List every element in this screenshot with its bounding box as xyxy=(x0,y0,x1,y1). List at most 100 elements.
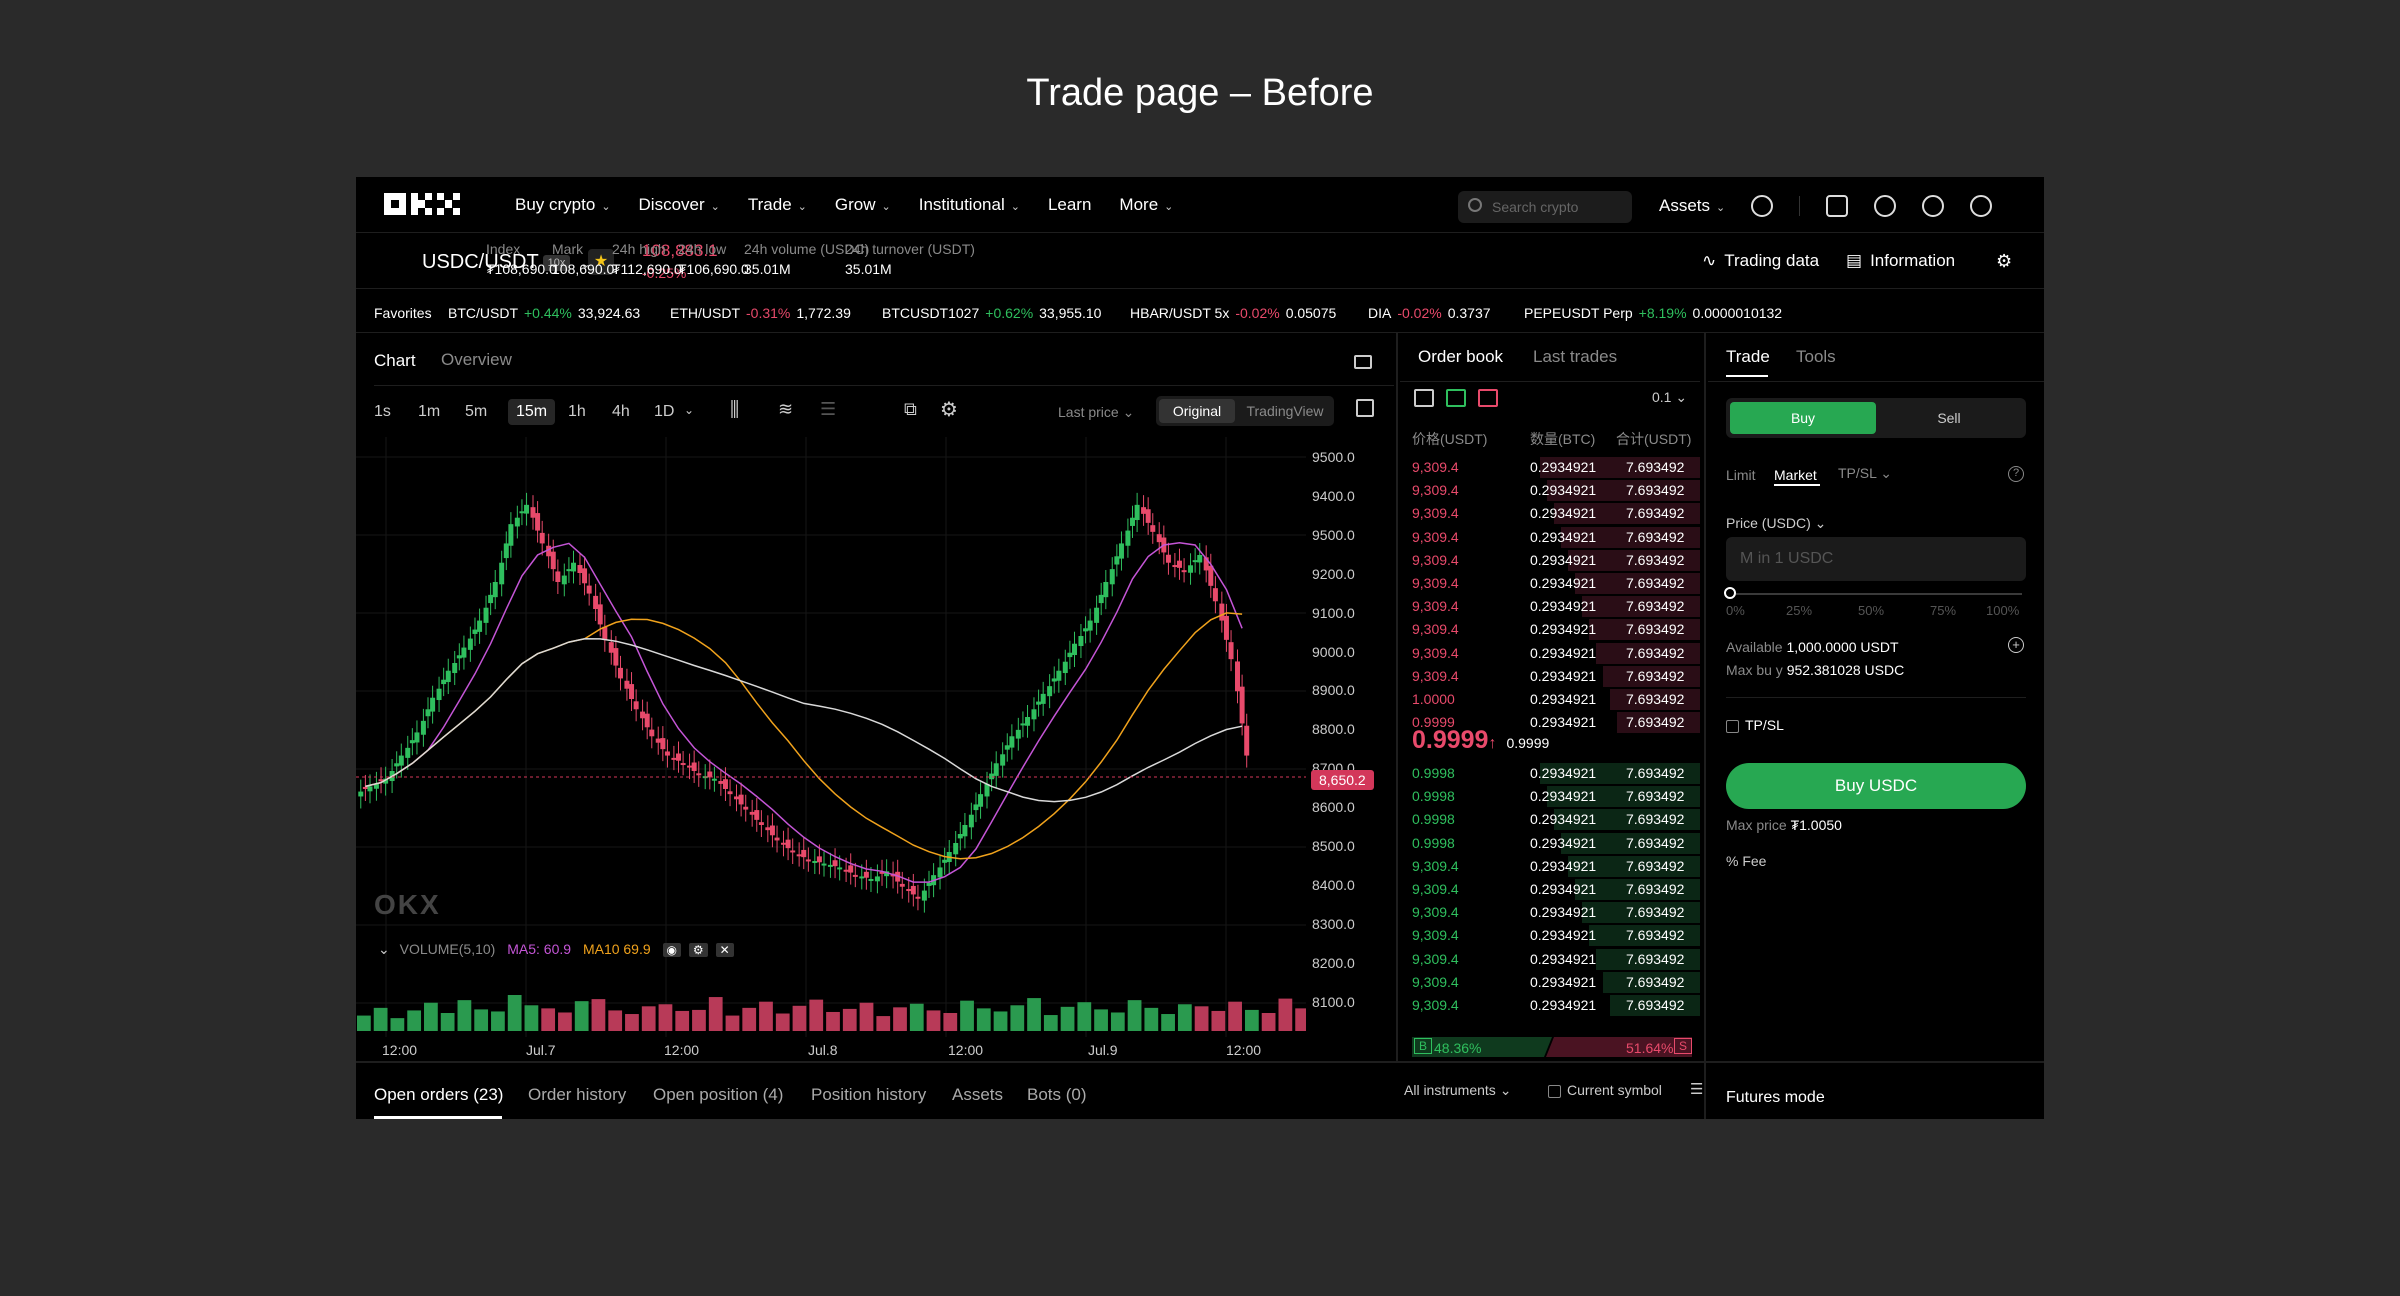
nav-item-grow[interactable]: Grow ⌄ xyxy=(835,195,891,215)
add-icon[interactable]: + xyxy=(2008,637,2024,653)
download-icon[interactable] xyxy=(1826,195,1849,217)
book-price[interactable]: 9,309.4 xyxy=(1412,668,1459,684)
chevron-down-icon[interactable]: ⌄ xyxy=(378,941,390,957)
chart-settings-icon[interactable]: ⚙ xyxy=(940,397,958,422)
nav-item-discover[interactable]: Discover ⌄ xyxy=(639,195,720,215)
tab-last-trades[interactable]: Last trades xyxy=(1533,347,1617,367)
tab-chart[interactable]: Chart xyxy=(374,351,416,371)
all-instruments-select[interactable]: All instruments ⌄ xyxy=(1404,1082,1511,1099)
drawing-icon[interactable]: ☰ xyxy=(820,399,836,420)
book-price[interactable]: 9,309.4 xyxy=(1412,904,1459,920)
layout-icon[interactable] xyxy=(1354,355,1372,369)
book-price[interactable]: 9,309.4 xyxy=(1412,552,1459,568)
nav-item-buy-crypto[interactable]: Buy crypto ⌄ xyxy=(515,195,611,215)
slider-mark[interactable]: 0% xyxy=(1726,603,1745,618)
search-input[interactable]: Search crypto xyxy=(1458,191,1632,223)
amount-slider[interactable] xyxy=(1730,593,2022,595)
order-type-market[interactable]: Market xyxy=(1774,467,1817,483)
book-price[interactable]: 9,309.4 xyxy=(1412,974,1459,990)
chevron-down-icon[interactable]: ⌄ xyxy=(684,403,694,417)
settings-icon[interactable]: ⚙ xyxy=(688,943,708,957)
favorite-item[interactable]: PEPEUSDT Perp +8.19% 0.0000010132 xyxy=(1524,305,1782,321)
close-icon[interactable]: ✕ xyxy=(715,943,734,957)
book-asks-icon[interactable] xyxy=(1478,389,1498,407)
buy-usdc-button[interactable]: Buy USDC xyxy=(1726,763,2026,809)
book-price[interactable]: 9,309.4 xyxy=(1412,505,1459,521)
book-price[interactable]: 9,309.4 xyxy=(1412,997,1459,1013)
tab-tools[interactable]: Tools xyxy=(1796,347,1836,367)
tab-order-book[interactable]: Order book xyxy=(1418,347,1503,367)
bottom-tab[interactable]: Open position (4) xyxy=(653,1085,783,1105)
bottom-tab[interactable]: Position history xyxy=(811,1085,926,1105)
indicators-icon[interactable]: ≋ xyxy=(778,399,793,420)
menu-icon[interactable]: ☰ xyxy=(1690,1080,1703,1098)
precision-select[interactable]: 0.1 ⌄ xyxy=(1652,389,1687,406)
assets-menu[interactable]: Assets ⌄ xyxy=(1659,196,1725,216)
favorite-item[interactable]: BTCUSDT1027 +0.62% 33,955.10 xyxy=(882,305,1101,321)
order-type-limit[interactable]: Limit xyxy=(1726,467,1756,483)
timeframe-1m[interactable]: 1m xyxy=(418,403,440,421)
timeframe-1s[interactable]: 1s xyxy=(374,403,391,421)
settings-gear-icon[interactable]: ⚙ xyxy=(1996,251,2012,272)
amount-input[interactable]: M in 1 USDC xyxy=(1726,537,2026,581)
book-price[interactable]: 9,309.4 xyxy=(1412,951,1459,967)
book-price[interactable]: 0.9998 xyxy=(1412,765,1455,781)
view-original[interactable]: Original xyxy=(1159,399,1235,423)
bottom-tab[interactable]: Bots (0) xyxy=(1027,1085,1087,1105)
fee-link[interactable]: % Fee xyxy=(1726,853,1766,869)
help-icon[interactable]: ? xyxy=(2008,466,2024,482)
book-price[interactable]: 9,309.4 xyxy=(1412,858,1459,874)
book-price[interactable]: 0.9998 xyxy=(1412,811,1455,827)
book-price[interactable]: 9,309.4 xyxy=(1412,645,1459,661)
expand-icon[interactable] xyxy=(1356,399,1374,417)
book-price[interactable]: 9,309.4 xyxy=(1412,575,1459,591)
screenshot-icon[interactable]: ⧉ xyxy=(904,399,917,420)
view-tradingview[interactable]: TradingView xyxy=(1240,399,1330,423)
tab-overview[interactable]: Overview xyxy=(441,350,512,370)
favorite-item[interactable]: DIA -0.02% 0.3737 xyxy=(1368,305,1491,321)
timeframe-1h[interactable]: 1h xyxy=(568,403,586,421)
tpsl-checkbox[interactable]: TP/SL xyxy=(1726,717,1784,733)
book-both-icon[interactable] xyxy=(1414,389,1434,407)
sell-toggle[interactable]: Sell xyxy=(1876,402,2022,434)
futures-mode[interactable]: Futures mode xyxy=(1726,1089,1825,1107)
slider-knob[interactable] xyxy=(1724,587,1736,599)
help-icon[interactable] xyxy=(1922,195,1945,217)
price-source-select[interactable]: Last price ⌄ xyxy=(1058,404,1134,421)
eye-icon[interactable]: ◉ xyxy=(662,943,682,957)
candlestick-chart[interactable] xyxy=(356,437,1306,1059)
slider-mark[interactable]: 100% xyxy=(1986,603,2019,618)
slider-mark[interactable]: 50% xyxy=(1858,603,1884,618)
okx-logo[interactable] xyxy=(384,193,460,215)
book-price[interactable]: 9,309.4 xyxy=(1412,881,1459,897)
book-price[interactable]: 1.0000 xyxy=(1412,691,1455,707)
timeframe-1D[interactable]: 1D xyxy=(654,403,674,421)
timeframe-15m[interactable]: 15m xyxy=(508,399,556,425)
book-price[interactable]: 9,309.4 xyxy=(1412,598,1459,614)
favorite-item[interactable]: BTC/USDT +0.44% 33,924.63 xyxy=(448,305,640,321)
book-price[interactable]: 9,309.4 xyxy=(1412,529,1459,545)
bottom-tab[interactable]: Open orders (23) xyxy=(374,1085,503,1105)
user-icon[interactable] xyxy=(1751,195,1774,217)
nav-item-learn[interactable]: Learn xyxy=(1048,195,1091,215)
book-price[interactable]: 9,309.4 xyxy=(1412,927,1459,943)
book-price[interactable]: 0.9998 xyxy=(1412,835,1455,851)
favorite-item[interactable]: HBAR/USDT 5x -0.02% 0.05075 xyxy=(1130,305,1336,321)
timeframe-5m[interactable]: 5m xyxy=(465,403,487,421)
book-price[interactable]: 9,309.4 xyxy=(1412,482,1459,498)
buy-toggle[interactable]: Buy xyxy=(1730,402,1876,434)
book-price[interactable]: 0.9998 xyxy=(1412,788,1455,804)
slider-mark[interactable]: 75% xyxy=(1930,603,1956,618)
globe-icon[interactable] xyxy=(1970,195,1993,217)
slider-mark[interactable]: 25% xyxy=(1786,603,1812,618)
nav-item-more[interactable]: More ⌄ xyxy=(1119,195,1173,215)
nav-item-institutional[interactable]: Institutional ⌄ xyxy=(919,195,1020,215)
current-symbol-checkbox[interactable]: Current symbol xyxy=(1548,1082,1662,1098)
trading-data-link[interactable]: ∿ Trading data xyxy=(1702,251,1819,271)
candle-type-icon[interactable]: ⫼ xyxy=(730,399,739,422)
order-type-tpsl[interactable]: TP/SL ⌄ xyxy=(1838,465,1892,482)
bell-icon[interactable] xyxy=(1874,195,1897,217)
book-price[interactable]: 9,309.4 xyxy=(1412,459,1459,475)
book-bids-icon[interactable] xyxy=(1446,389,1466,407)
bottom-tab[interactable]: Assets xyxy=(952,1085,1003,1105)
